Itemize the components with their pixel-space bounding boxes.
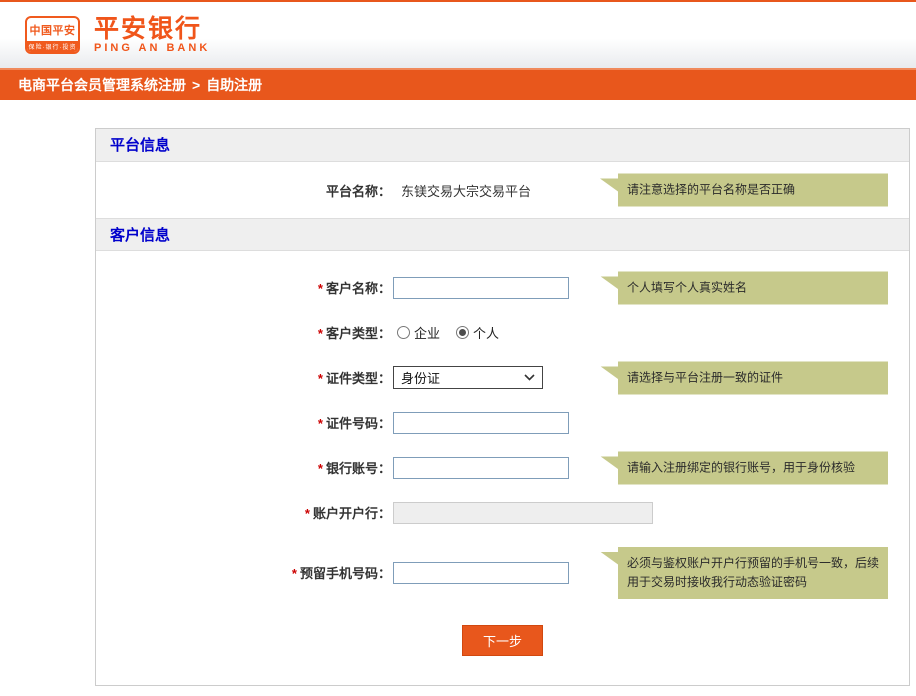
id-number-row: *证件号码： — [96, 400, 909, 445]
customer-name-tooltip: 个人填写个人真实姓名 — [618, 271, 888, 304]
breadcrumb: 电商平台会员管理系统注册 > 自助注册 — [0, 68, 916, 100]
pingan-logo-badge: 中国平安 保险·银行·投资 — [25, 16, 80, 54]
reserved-mobile-row: *预留手机号码： 必须与鉴权账户开户行预留的手机号一致，后续用于交易时接收我行动… — [96, 550, 909, 595]
radio-individual[interactable]: 个人 — [456, 323, 499, 342]
customer-name-row: *客户名称： 个人填写个人真实姓名 — [96, 265, 909, 310]
bank-account-label: 银行账号： — [326, 461, 391, 476]
customer-name-input[interactable] — [393, 277, 569, 299]
required-asterisk: * — [292, 566, 297, 581]
account-bank-input — [393, 502, 653, 524]
bank-name-en: PING AN BANK — [94, 42, 210, 54]
account-bank-label: 账户开户行： — [313, 506, 391, 521]
radio-enterprise-label: 企业 — [414, 323, 440, 342]
platform-name-label: 平台名称： — [96, 181, 391, 200]
customer-type-label: 客户类型： — [326, 326, 391, 341]
logo-badge-text: 中国平安 — [27, 18, 78, 41]
tooltip-tail-icon — [600, 366, 618, 379]
id-number-input[interactable] — [393, 412, 569, 434]
breadcrumb-root[interactable]: 电商平台会员管理系统注册 — [18, 75, 186, 95]
id-type-row: *证件类型： 身份证 请选择与平台注册一致的证件 — [96, 355, 909, 400]
reserved-mobile-tooltip: 必须与鉴权账户开户行预留的手机号一致，后续用于交易时接收我行动态验证密码 — [618, 547, 888, 599]
section-title-customer: 客户信息 — [96, 218, 909, 251]
radio-circle-icon[interactable] — [397, 326, 410, 339]
radio-enterprise[interactable]: 企业 — [397, 323, 440, 342]
platform-name-tooltip: 请注意选择的平台名称是否正确 — [618, 174, 888, 207]
required-asterisk: * — [318, 416, 323, 431]
id-type-label: 证件类型： — [326, 371, 391, 386]
id-number-label: 证件号码： — [326, 416, 391, 431]
actions-row: 下一步 — [96, 625, 909, 656]
bank-account-input[interactable] — [393, 457, 569, 479]
next-step-button[interactable]: 下一步 — [462, 625, 543, 656]
tooltip-tail-icon — [600, 276, 618, 289]
required-asterisk: * — [318, 326, 323, 341]
platform-name-row: 平台名称： 东镁交易大宗交易平台 请注意选择的平台名称是否正确 — [96, 162, 909, 218]
chevron-down-icon — [524, 374, 535, 381]
tooltip-tail-icon — [600, 552, 618, 565]
required-asterisk: * — [318, 461, 323, 476]
required-asterisk: * — [305, 506, 310, 521]
bank-header: 中国平安 保险·银行·投资 平安银行 PING AN BANK — [0, 2, 916, 68]
reserved-mobile-label: 预留手机号码： — [300, 566, 391, 581]
bank-account-row: *银行账号： 请输入注册绑定的银行账号，用于身份核验 — [96, 445, 909, 490]
bank-name-block: 平安银行 PING AN BANK — [94, 16, 210, 54]
required-asterisk: * — [318, 281, 323, 296]
id-type-selected-value: 身份证 — [401, 368, 440, 387]
breadcrumb-current: 自助注册 — [206, 75, 262, 95]
customer-type-row: *客户类型： 企业 个人 — [96, 310, 909, 355]
tooltip-tail-icon — [600, 179, 618, 192]
breadcrumb-separator: > — [192, 77, 200, 93]
customer-type-radio-group: 企业 个人 — [397, 323, 499, 342]
radio-individual-label: 个人 — [473, 323, 499, 342]
customer-name-label: 客户名称： — [326, 281, 391, 296]
bank-name-cn: 平安银行 — [94, 16, 210, 42]
logo-badge-tagline: 保险·银行·投资 — [27, 41, 78, 52]
radio-circle-icon[interactable] — [456, 326, 469, 339]
tooltip-tail-icon — [600, 456, 618, 469]
reserved-mobile-input[interactable] — [393, 562, 569, 584]
id-type-tooltip: 请选择与平台注册一致的证件 — [618, 361, 888, 394]
account-bank-row: *账户开户行： — [96, 490, 909, 535]
bank-account-tooltip: 请输入注册绑定的银行账号，用于身份核验 — [618, 451, 888, 484]
platform-name-value: 东镁交易大宗交易平台 — [401, 181, 531, 200]
id-type-select[interactable]: 身份证 — [393, 366, 543, 389]
section-title-platform: 平台信息 — [96, 129, 909, 162]
registration-form-panel: 平台信息 平台名称： 东镁交易大宗交易平台 请注意选择的平台名称是否正确 客户信… — [95, 128, 910, 686]
required-asterisk: * — [318, 371, 323, 386]
